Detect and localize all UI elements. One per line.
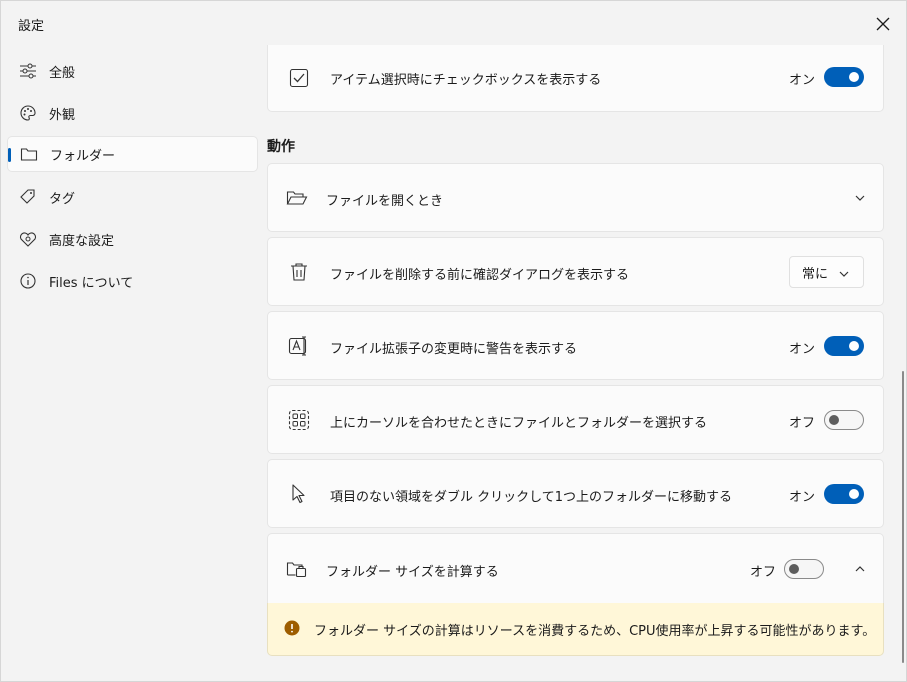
folder-size-warning: フォルダー サイズの計算はリソースを消費するため、CPU使用率が上昇する可能性が…: [267, 603, 884, 656]
toggle-state-label: オン: [789, 490, 816, 505]
section-title: 動作: [267, 139, 295, 155]
folder-size-icon: [286, 558, 308, 580]
window-title: 設定: [18, 19, 45, 34]
setting-label: 項目のない領域をダブル クリックして1つ上のフォルダーに移動する: [330, 490, 733, 505]
palette-icon: [19, 104, 37, 122]
toggle-state-label: オン: [789, 73, 816, 88]
chevron-up-icon[interactable]: [854, 563, 866, 578]
setting-folder-size: フォルダー サイズを計算する オフ: [267, 533, 884, 604]
close-button[interactable]: [869, 11, 897, 37]
folder-icon: [20, 145, 38, 163]
checkbox-icon: [288, 67, 310, 89]
hover-select-toggle[interactable]: [824, 410, 864, 430]
dropdown-value: 常に: [802, 266, 829, 282]
sidebar-item-label: 外観: [49, 107, 76, 123]
setting-label: 上にカーソルを合わせたときにファイルとフォルダーを選択する: [330, 416, 708, 431]
setting-label: フォルダー サイズを計算する: [326, 565, 499, 580]
show-checkboxes-toggle[interactable]: [824, 67, 864, 87]
trash-icon: [288, 261, 310, 283]
sidebar-item-label: 高度な設定: [49, 233, 115, 249]
setting-label: ファイル拡張子の変更時に警告を表示する: [330, 342, 578, 357]
double-click-up-toggle[interactable]: [824, 484, 864, 504]
tag-icon: [19, 188, 37, 206]
advanced-icon: [19, 230, 37, 248]
chevron-down-icon[interactable]: [854, 192, 866, 207]
cursor-icon: [288, 483, 310, 505]
info-icon: [19, 272, 37, 290]
sidebar-item-about[interactable]: Files について: [7, 263, 258, 299]
toggle-state-label: オフ: [789, 416, 816, 431]
toggle-state-label: オン: [789, 342, 816, 357]
delete-confirm-dropdown[interactable]: 常に: [789, 256, 864, 288]
folder-size-toggle[interactable]: [784, 559, 824, 579]
setting-label: ファイルを開くとき: [326, 194, 444, 209]
chevron-down-icon: [838, 268, 850, 283]
setting-label: アイテム選択時にチェックボックスを表示する: [330, 73, 602, 88]
setting-delete-confirm: ファイルを削除する前に確認ダイアログを表示する 常に: [267, 237, 884, 306]
sidebar-item-label: Files について: [49, 275, 134, 291]
sliders-icon: [19, 62, 37, 80]
selection-indicator: [8, 148, 11, 162]
sidebar-item-general[interactable]: 全般: [7, 53, 258, 89]
toggle-state-label: オフ: [750, 565, 777, 580]
settings-window: 設定 全般 外観 フォルダー タグ 高度な設定 Files について アイテム選…: [0, 0, 907, 682]
setting-label: ファイルを削除する前に確認ダイアログを表示する: [330, 268, 630, 283]
sidebar-item-folders[interactable]: フォルダー: [7, 136, 258, 172]
setting-extension-warning: ファイル拡張子の変更時に警告を表示する オン: [267, 311, 884, 380]
setting-open-files[interactable]: ファイルを開くとき: [267, 163, 884, 232]
sidebar-item-label: タグ: [49, 191, 76, 207]
folder-open-icon: [286, 187, 308, 209]
sidebar-item-label: 全般: [49, 65, 76, 81]
setting-double-click-up: 項目のない領域をダブル クリックして1つ上のフォルダーに移動する オン: [267, 459, 884, 528]
warning-icon: [284, 620, 300, 640]
extension-warning-toggle[interactable]: [824, 336, 864, 356]
setting-hover-select: 上にカーソルを合わせたときにファイルとフォルダーを選択する オフ: [267, 385, 884, 454]
setting-show-checkboxes: アイテム選択時にチェックボックスを表示する オン: [267, 45, 884, 112]
sidebar-item-appearance[interactable]: 外観: [7, 95, 258, 131]
scrollbar[interactable]: [902, 371, 904, 663]
sidebar-item-label: フォルダー: [50, 148, 116, 164]
sidebar-item-advanced[interactable]: 高度な設定: [7, 221, 258, 257]
close-icon: [876, 17, 890, 31]
warning-text: フォルダー サイズの計算はリソースを消費するため、CPU使用率が上昇する可能性が…: [314, 624, 876, 639]
rename-icon: [288, 335, 310, 357]
sidebar-item-tags[interactable]: タグ: [7, 179, 258, 215]
select-area-icon: [288, 409, 310, 431]
